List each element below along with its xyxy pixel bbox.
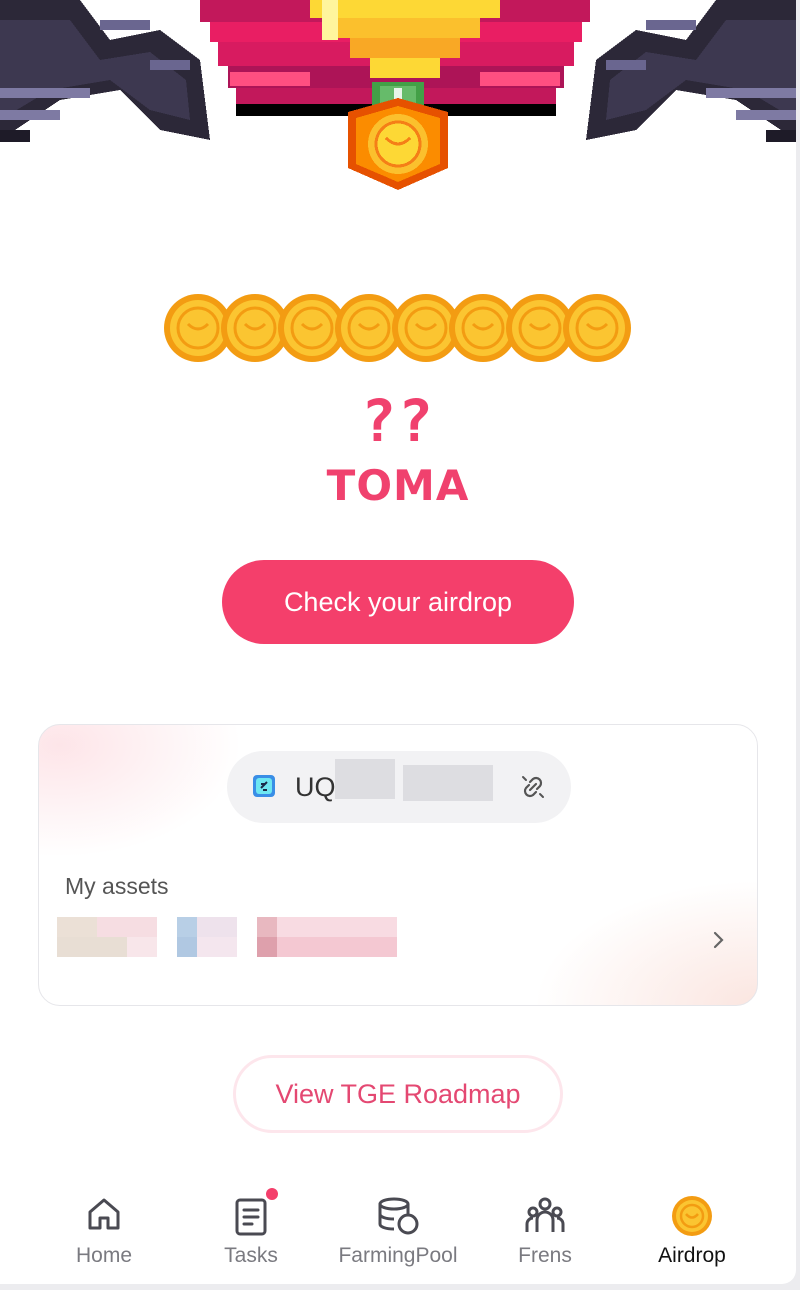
- bottom-nav: Home Tasks FarmingPool Frens Airdrop: [0, 1180, 796, 1284]
- nav-item-tasks[interactable]: Tasks: [176, 1180, 326, 1284]
- view-tge-roadmap-button[interactable]: View TGE Roadmap: [233, 1055, 563, 1133]
- redacted-asset: [197, 937, 237, 957]
- check-airdrop-button[interactable]: Check your airdrop: [222, 560, 574, 644]
- notification-dot: [266, 1188, 278, 1200]
- redacted-address: [403, 765, 493, 801]
- redacted-asset: [277, 937, 397, 957]
- wallet-app-icon: [253, 775, 275, 797]
- app-frame: ?? TOMA Check your airdrop UQ My assets: [0, 0, 796, 1284]
- assets-row[interactable]: [57, 917, 747, 957]
- redacted-asset: [57, 917, 97, 937]
- farming-pool-icon: [378, 1197, 419, 1235]
- redacted-asset: [257, 937, 277, 957]
- nav-label: Airdrop: [658, 1244, 726, 1267]
- redacted-asset: [277, 917, 397, 937]
- nav-item-farming-pool[interactable]: FarmingPool: [323, 1180, 473, 1284]
- nav-item-home[interactable]: Home: [29, 1180, 179, 1284]
- airdrop-coin-icon: [672, 1196, 712, 1236]
- redacted-asset: [177, 937, 197, 957]
- nav-label: Home: [75, 1244, 133, 1267]
- disconnect-link-icon[interactable]: [519, 773, 547, 801]
- redacted-asset: [127, 937, 157, 957]
- redacted-asset: [197, 917, 237, 937]
- frens-icon: [525, 1197, 565, 1232]
- redacted-asset: [257, 917, 277, 937]
- redacted-asset: [97, 917, 157, 937]
- tasks-icon: [235, 1198, 267, 1236]
- wallet-assets-card: UQ My assets: [38, 724, 758, 1006]
- chevron-right-icon[interactable]: [711, 929, 727, 951]
- redacted-asset: [177, 917, 197, 937]
- nav-label: FarmingPool: [338, 1244, 458, 1267]
- token-symbol: TOMA: [326, 461, 470, 510]
- reward-amount: ??: [361, 387, 435, 455]
- redacted-address: [335, 759, 395, 799]
- home-icon: [88, 1198, 120, 1230]
- nav-item-airdrop[interactable]: Airdrop: [617, 1180, 767, 1284]
- nav-label: Frens: [518, 1244, 572, 1267]
- nav-label: Tasks: [224, 1244, 278, 1267]
- coin-stack-icon: [164, 294, 631, 362]
- redacted-asset: [57, 937, 127, 957]
- wallet-address-pill[interactable]: UQ: [227, 751, 571, 823]
- wallet-address-text: UQ: [295, 772, 336, 802]
- nav-item-frens[interactable]: Frens: [470, 1180, 620, 1284]
- my-assets-label: My assets: [65, 873, 169, 899]
- hero-pixel-art: [0, 0, 796, 190]
